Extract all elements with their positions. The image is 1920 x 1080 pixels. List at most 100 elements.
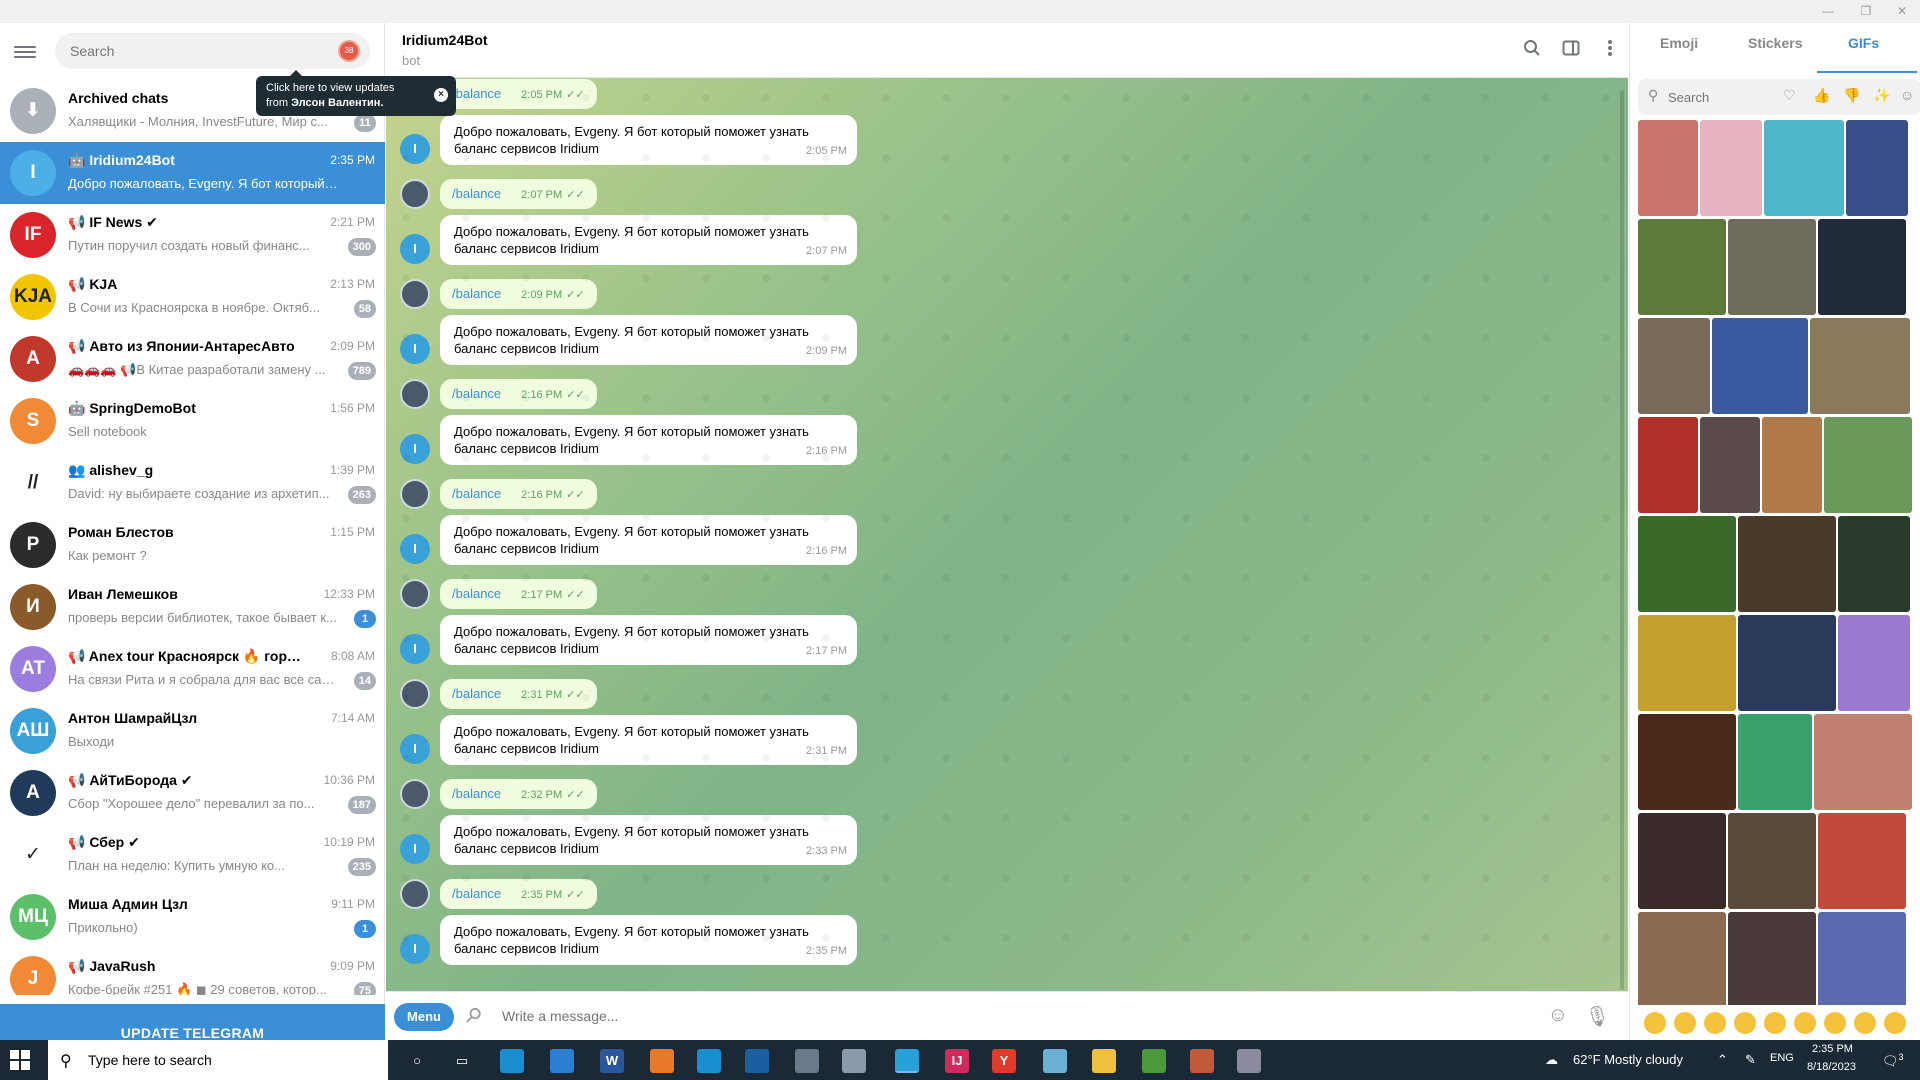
language-indicator[interactable]: ENG [1770, 1052, 1794, 1064]
defender-icon[interactable] [745, 1049, 769, 1073]
chat-item[interactable]: ✓ 📢 Сбер ✔ 10:19 PM План на неделю: Купить … [0, 824, 385, 886]
taskbar-search-box[interactable]: ⚲ Type here to search [48, 1040, 388, 1080]
search-input[interactable] [55, 33, 315, 69]
outgoing-message[interactable]: /balance 2:31 PM ✓✓ [440, 679, 597, 709]
bot-avatar[interactable]: I [400, 934, 430, 964]
clock-time[interactable]: 2:35 PM [1812, 1043, 1853, 1055]
chat-item[interactable]: АШ Антон ШамрайЦзл 7:14 AM Выходи [0, 700, 385, 762]
thumbs-up-icon[interactable]: 👍 [1813, 87, 1830, 104]
gif-thumbnail[interactable] [1638, 318, 1710, 414]
search-bar[interactable]: 38 [55, 33, 370, 69]
user-avatar[interactable] [400, 179, 430, 209]
app-icon[interactable] [795, 1049, 819, 1073]
emoji-icon[interactable] [1854, 1012, 1876, 1034]
bot-avatar[interactable]: I [400, 834, 430, 864]
gif-thumbnail[interactable] [1838, 615, 1910, 711]
gif-thumbnail[interactable] [1638, 120, 1698, 216]
command-link[interactable]: /balance [452, 586, 501, 601]
gif-thumbnail[interactable] [1700, 417, 1760, 513]
command-link[interactable]: /balance [452, 486, 501, 501]
messages-scrollbar[interactable] [1620, 90, 1624, 990]
incoming-message[interactable]: Добро пожаловать, Evgeny. Я бот который … [440, 515, 857, 565]
incoming-message[interactable]: Добро пожаловать, Evgeny. Я бот который … [440, 715, 857, 765]
command-link[interactable]: /balance [452, 186, 501, 201]
thumbs-down-icon[interactable]: 👎 [1843, 87, 1860, 104]
chat-item[interactable]: KJA 📢 KJA 2:13 PM В Сочи из Красноярска в н… [0, 266, 385, 328]
gif-thumbnail[interactable] [1838, 516, 1910, 612]
gif-thumbnail[interactable] [1764, 120, 1844, 216]
chat-item[interactable]: // 👥 alishev_g 1:39 PM David: ну выбираете … [0, 452, 385, 514]
command-link[interactable]: /balance [452, 686, 501, 701]
gif-thumbnail[interactable] [1638, 516, 1736, 612]
chat-item[interactable]: Р Роман Блестов 1:15 PM Как ремонт ? [0, 514, 385, 576]
gif-thumbnail[interactable] [1824, 417, 1912, 513]
minimize-button[interactable]: — [1810, 0, 1846, 23]
chat-item[interactable]: МЦ Миша Админ Цзл 9:11 PM Прикольно) 1 [0, 886, 385, 948]
windows-start-icon[interactable] [10, 1050, 30, 1070]
more-options-icon[interactable] [1599, 39, 1621, 61]
bot-avatar[interactable]: I [400, 134, 430, 164]
chat-item[interactable]: И Иван Лемешков 12:33 PM проверь версии биб… [0, 576, 385, 638]
bot-avatar[interactable]: I [400, 734, 430, 764]
gif-thumbnail[interactable] [1846, 120, 1908, 216]
emoji-icon[interactable] [1704, 1012, 1726, 1034]
weather-text[interactable]: 62°F Mostly cloudy [1573, 1052, 1683, 1067]
smile-icon[interactable]: ☺ [1900, 87, 1914, 103]
bot-avatar[interactable]: I [400, 434, 430, 464]
incoming-message[interactable]: Добро пожаловать, Evgeny. Я бот который … [440, 615, 857, 665]
cortana-icon[interactable]: ○ [405, 1049, 429, 1073]
celebrate-icon[interactable]: ✨ [1873, 87, 1890, 104]
restore-button[interactable]: ❐ [1848, 0, 1884, 23]
heart-icon[interactable]: ♡ [1783, 87, 1796, 104]
tab-gifs[interactable]: GIFs [1848, 35, 1879, 51]
user-avatar[interactable] [400, 479, 430, 509]
command-link[interactable]: /balance [452, 286, 501, 301]
tray-chevron-icon[interactable]: ⌃ [1717, 1052, 1728, 1068]
emoji-icon[interactable] [1794, 1012, 1816, 1034]
gif-thumbnail[interactable] [1638, 912, 1726, 1005]
gif-thumbnail[interactable] [1638, 615, 1736, 711]
outgoing-message[interactable]: /balance 2:07 PM ✓✓ [440, 179, 597, 209]
outgoing-message[interactable]: /balance 2:16 PM ✓✓ [440, 379, 597, 409]
notifications-icon[interactable]: 🗨3 [1882, 1052, 1904, 1069]
command-link[interactable]: /balance [452, 386, 501, 401]
incoming-message[interactable]: Добро пожаловать, Evgeny. Я бот который … [440, 215, 857, 265]
chat-item[interactable]: I 🤖 Iridium24Bot 2:35 PM Добро пожаловать, … [0, 142, 385, 204]
outgoing-message[interactable]: /balance 2:09 PM ✓✓ [440, 279, 597, 309]
user-avatar[interactable] [400, 679, 430, 709]
pen-icon[interactable]: ✎ [1745, 1052, 1756, 1068]
outgoing-message[interactable]: /balance 2:32 PM ✓✓ [440, 779, 597, 809]
emoji-icon[interactable] [1764, 1012, 1786, 1034]
app-icon[interactable] [1043, 1049, 1067, 1073]
hamburger-menu-icon[interactable] [14, 43, 36, 61]
explorer-icon[interactable] [1092, 1049, 1116, 1073]
gif-thumbnail[interactable] [1712, 318, 1808, 414]
incoming-message[interactable]: Добро пожаловать, Evgeny. Я бот который … [440, 415, 857, 465]
search-icon[interactable] [1521, 39, 1543, 61]
emoji-icon[interactable]: ☺ [1548, 1004, 1568, 1027]
chat-item[interactable]: A 📢 Авто из Японии-АнтаресАвто 2:09 PM 🚗🚗🚗 … [0, 328, 385, 390]
outgoing-message[interactable]: /balance 2:05 PM ✓✓ [440, 79, 597, 109]
user-avatar[interactable] [400, 779, 430, 809]
app-icon[interactable] [1237, 1049, 1261, 1073]
gif-thumbnail[interactable] [1818, 912, 1906, 1005]
attach-icon[interactable]: ⚲ [459, 1001, 487, 1029]
intellij-icon[interactable]: IJ [945, 1049, 969, 1073]
edge-icon[interactable] [500, 1049, 524, 1073]
close-tooltip-icon[interactable]: × [434, 88, 448, 102]
emoji-icon[interactable] [1734, 1012, 1756, 1034]
chat-title[interactable]: Iridium24Bot [402, 32, 488, 48]
gif-thumbnail[interactable] [1738, 516, 1836, 612]
gif-thumbnail[interactable] [1810, 318, 1910, 414]
emoji-icon[interactable] [1884, 1012, 1906, 1034]
chat-item[interactable]: J 📢 JavaRush 9:09 PM Кофе-брейк #251 🔥 ◼ 29… [0, 948, 385, 995]
app-icon[interactable] [697, 1049, 721, 1073]
gif-thumbnail[interactable] [1700, 120, 1762, 216]
chrome-icon[interactable] [1142, 1049, 1166, 1073]
chat-item[interactable]: S 🤖 SpringDemoBot 1:56 PM Sell notebook [0, 390, 385, 452]
gif-thumbnail[interactable] [1818, 219, 1906, 315]
gif-thumbnail[interactable] [1738, 615, 1836, 711]
outgoing-message[interactable]: /balance 2:16 PM ✓✓ [440, 479, 597, 509]
user-avatar[interactable] [400, 279, 430, 309]
bot-menu-button[interactable]: Menu [394, 1003, 454, 1031]
